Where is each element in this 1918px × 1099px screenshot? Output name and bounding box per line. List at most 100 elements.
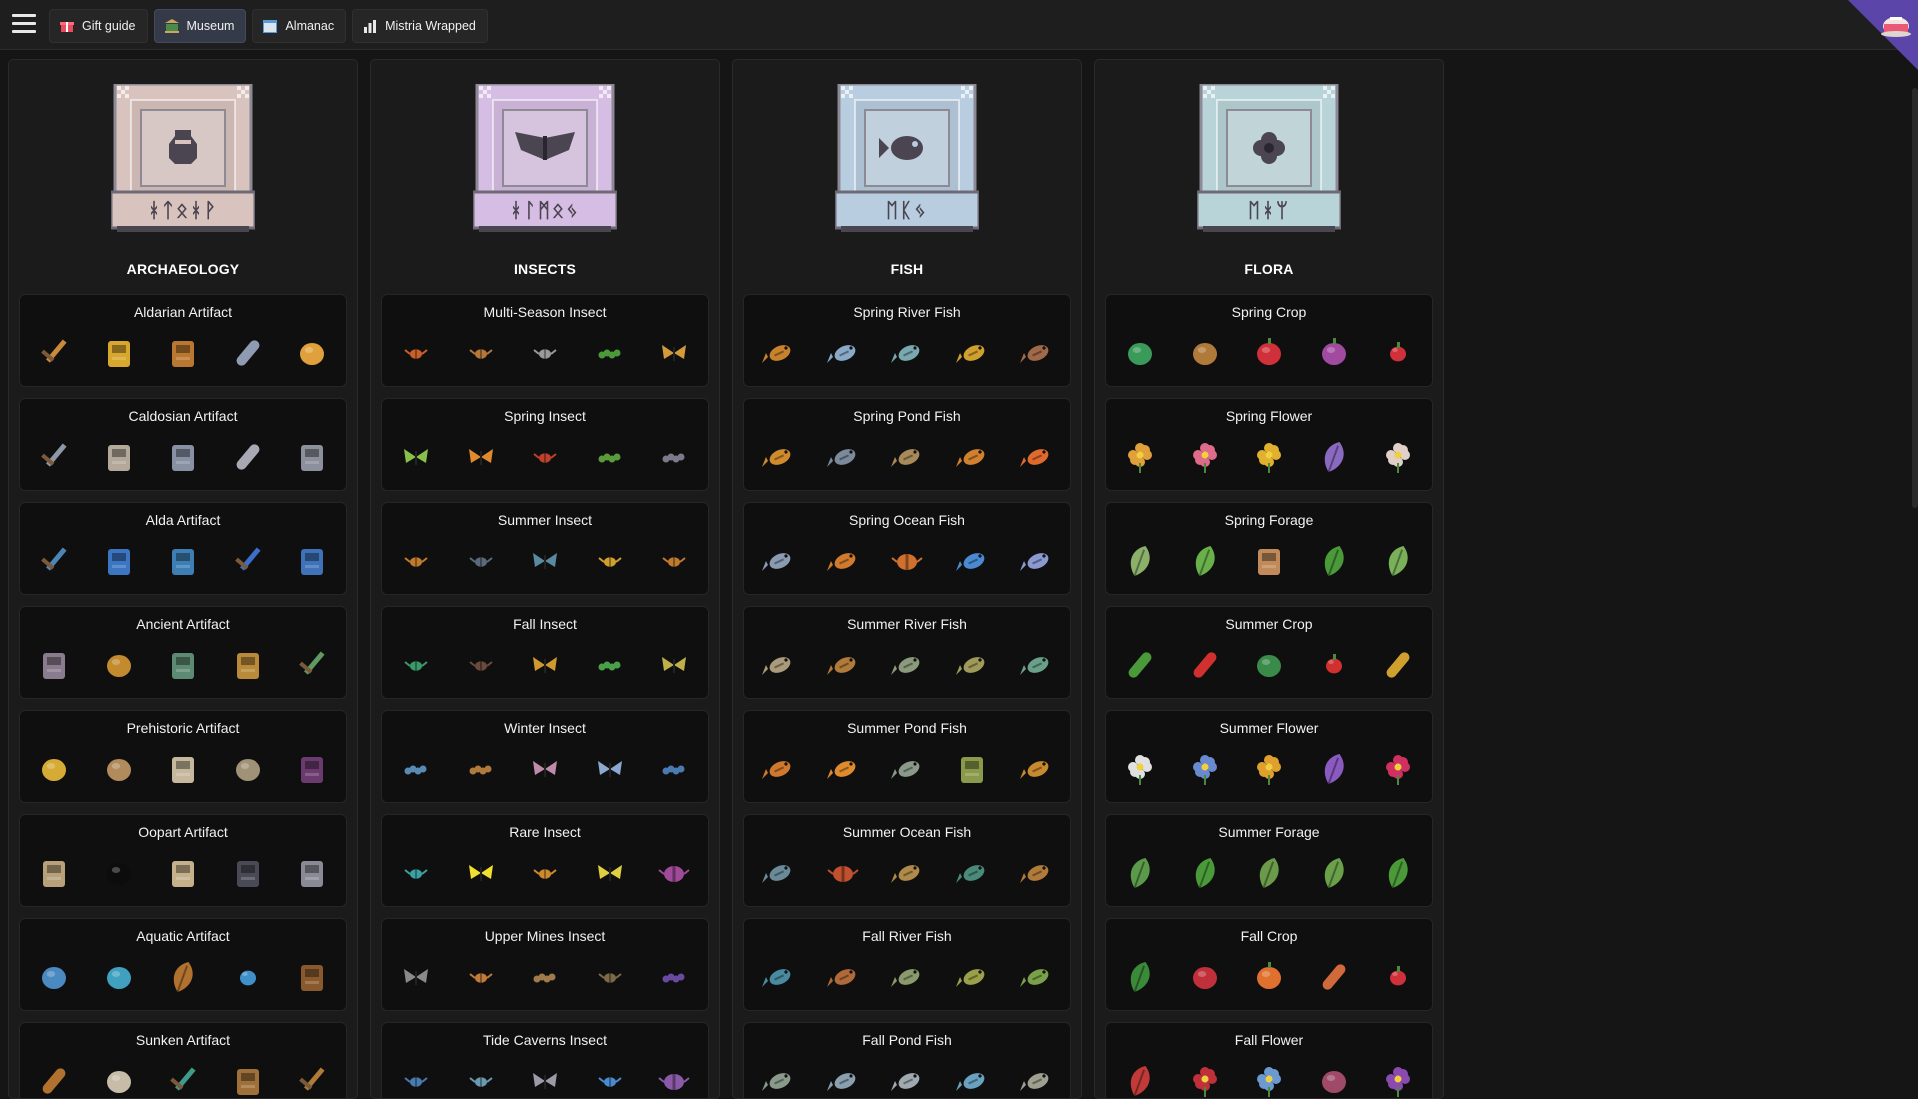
- museum-item[interactable]: [589, 540, 631, 582]
- museum-item[interactable]: [757, 540, 799, 582]
- museum-item[interactable]: [98, 852, 140, 894]
- museum-item[interactable]: [886, 540, 928, 582]
- museum-item[interactable]: [1119, 644, 1161, 686]
- museum-item[interactable]: [162, 956, 204, 998]
- museum-item[interactable]: [886, 956, 928, 998]
- museum-item[interactable]: [1313, 332, 1355, 374]
- museum-item[interactable]: [1015, 1060, 1057, 1098]
- museum-item[interactable]: [822, 852, 864, 894]
- museum-item[interactable]: [395, 852, 437, 894]
- tab-museum[interactable]: Museum: [153, 9, 247, 43]
- museum-item[interactable]: [951, 852, 993, 894]
- museum-item[interactable]: [822, 1060, 864, 1098]
- menu-icon[interactable]: [12, 14, 36, 36]
- scrollbar[interactable]: [1912, 88, 1918, 508]
- museum-item[interactable]: [98, 332, 140, 374]
- tab-almanac[interactable]: Almanac: [252, 9, 347, 43]
- museum-item[interactable]: [822, 436, 864, 478]
- museum-item[interactable]: [886, 748, 928, 790]
- museum-item[interactable]: [589, 956, 631, 998]
- museum-item[interactable]: [653, 540, 695, 582]
- corner-avatar[interactable]: [1828, 0, 1918, 90]
- museum-item[interactable]: [291, 748, 333, 790]
- museum-item[interactable]: [395, 1060, 437, 1098]
- museum-item[interactable]: [951, 540, 993, 582]
- museum-item[interactable]: [886, 644, 928, 686]
- museum-item[interactable]: [951, 956, 993, 998]
- museum-item[interactable]: [33, 644, 75, 686]
- museum-item[interactable]: [951, 436, 993, 478]
- museum-item[interactable]: [1119, 332, 1161, 374]
- museum-item[interactable]: [589, 1060, 631, 1098]
- museum-item[interactable]: [1015, 852, 1057, 894]
- museum-item[interactable]: [653, 956, 695, 998]
- museum-item[interactable]: [1015, 748, 1057, 790]
- museum-item[interactable]: [33, 332, 75, 374]
- museum-item[interactable]: [822, 540, 864, 582]
- museum-item[interactable]: [653, 852, 695, 894]
- museum-item[interactable]: [1184, 436, 1226, 478]
- museum-item[interactable]: [1377, 956, 1419, 998]
- museum-item[interactable]: [98, 644, 140, 686]
- museum-item[interactable]: [227, 852, 269, 894]
- museum-item[interactable]: [1184, 540, 1226, 582]
- museum-item[interactable]: [1313, 852, 1355, 894]
- museum-item[interactable]: [1377, 540, 1419, 582]
- museum-item[interactable]: [1248, 1060, 1290, 1098]
- museum-item[interactable]: [1377, 748, 1419, 790]
- museum-item[interactable]: [886, 332, 928, 374]
- museum-item[interactable]: [460, 852, 502, 894]
- museum-item[interactable]: [1119, 852, 1161, 894]
- museum-item[interactable]: [886, 852, 928, 894]
- museum-item[interactable]: [757, 436, 799, 478]
- museum-item[interactable]: [98, 748, 140, 790]
- museum-item[interactable]: [227, 644, 269, 686]
- museum-item[interactable]: [162, 332, 204, 374]
- museum-item[interactable]: [460, 748, 502, 790]
- museum-item[interactable]: [291, 332, 333, 374]
- museum-item[interactable]: [524, 748, 566, 790]
- museum-item[interactable]: [1248, 956, 1290, 998]
- museum-item[interactable]: [1248, 332, 1290, 374]
- museum-item[interactable]: [951, 1060, 993, 1098]
- museum-item[interactable]: [653, 748, 695, 790]
- museum-item[interactable]: [1248, 748, 1290, 790]
- museum-item[interactable]: [1248, 644, 1290, 686]
- museum-item[interactable]: [460, 332, 502, 374]
- museum-item[interactable]: [227, 332, 269, 374]
- museum-item[interactable]: [1119, 436, 1161, 478]
- museum-item[interactable]: [1377, 332, 1419, 374]
- museum-item[interactable]: [227, 748, 269, 790]
- museum-item[interactable]: [1119, 956, 1161, 998]
- museum-item[interactable]: [162, 852, 204, 894]
- museum-item[interactable]: [822, 956, 864, 998]
- museum-item[interactable]: [1119, 748, 1161, 790]
- museum-item[interactable]: [524, 644, 566, 686]
- museum-item[interactable]: [1313, 748, 1355, 790]
- museum-item[interactable]: [395, 540, 437, 582]
- museum-item[interactable]: [460, 644, 502, 686]
- museum-item[interactable]: [1377, 852, 1419, 894]
- museum-item[interactable]: [460, 1060, 502, 1098]
- museum-item[interactable]: [1015, 644, 1057, 686]
- museum-item[interactable]: [291, 852, 333, 894]
- museum-item[interactable]: [524, 436, 566, 478]
- museum-item[interactable]: [1377, 436, 1419, 478]
- museum-item[interactable]: [1184, 1060, 1226, 1098]
- museum-item[interactable]: [757, 852, 799, 894]
- museum-item[interactable]: [589, 852, 631, 894]
- museum-item[interactable]: [1184, 748, 1226, 790]
- museum-item[interactable]: [395, 332, 437, 374]
- museum-item[interactable]: [291, 540, 333, 582]
- museum-item[interactable]: [460, 956, 502, 998]
- museum-item[interactable]: [653, 332, 695, 374]
- museum-item[interactable]: [227, 1060, 269, 1098]
- museum-item[interactable]: [162, 436, 204, 478]
- museum-item[interactable]: [227, 540, 269, 582]
- museum-item[interactable]: [227, 956, 269, 998]
- museum-item[interactable]: [1119, 540, 1161, 582]
- museum-item[interactable]: [524, 852, 566, 894]
- museum-item[interactable]: [33, 1060, 75, 1098]
- museum-item[interactable]: [1313, 540, 1355, 582]
- museum-item[interactable]: [653, 436, 695, 478]
